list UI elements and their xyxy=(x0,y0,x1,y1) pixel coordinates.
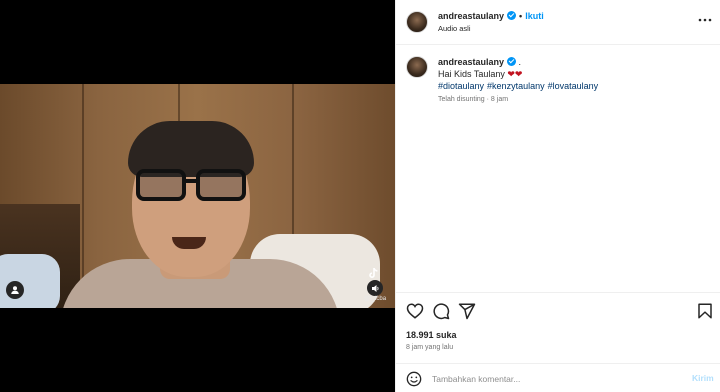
emoji-button[interactable] xyxy=(406,371,422,387)
share-icon xyxy=(458,303,476,320)
header-separator: • xyxy=(519,11,523,21)
hashtag-link[interactable]: #diotaulany xyxy=(438,81,484,91)
mute-button[interactable] xyxy=(367,280,383,296)
post-header: andreastaulany • Ikuti Audio asli xyxy=(396,0,720,45)
caption-username[interactable]: andreastaulany xyxy=(438,57,504,67)
post-actions: 18.991 suka 8 jam yang lalu Kirim xyxy=(396,292,720,392)
tiktok-icon xyxy=(369,267,378,278)
watermark-handle: @l_tcba xyxy=(364,296,387,302)
heart-emoji-icon: ❤❤ xyxy=(507,69,523,79)
post-sidebar: andreastaulany • Ikuti Audio asli andreast… xyxy=(395,0,720,392)
like-count[interactable]: 18.991 suka xyxy=(406,330,457,340)
comment-button[interactable] xyxy=(432,302,450,320)
audio-link[interactable]: Audio asli xyxy=(438,24,471,33)
bookmark-icon xyxy=(698,303,712,319)
media-pane: @l_tcba xyxy=(0,0,395,392)
hashtag-link[interactable]: #lovataulany xyxy=(548,81,599,91)
comment-input[interactable] xyxy=(432,372,682,386)
send-comment-button[interactable]: Kirim xyxy=(692,373,714,383)
follow-button[interactable]: Ikuti xyxy=(525,11,544,21)
glasses-lens xyxy=(196,169,246,201)
caption-trailing: . xyxy=(518,57,522,67)
header-username[interactable]: andreastaulany xyxy=(438,11,504,21)
emoji-icon xyxy=(406,371,422,387)
video-player[interactable] xyxy=(0,84,395,308)
caption-text: Hai Kids Taulany xyxy=(438,69,505,79)
share-button[interactable] xyxy=(458,302,476,320)
post-timestamp[interactable]: 8 jam yang lalu xyxy=(406,344,453,351)
video-subject xyxy=(60,119,340,308)
hashtag-link[interactable]: #kenzytaulany xyxy=(487,81,545,91)
caption-edited-meta: Telah disunting · 8 jam xyxy=(438,96,509,103)
tagged-users-button[interactable] xyxy=(6,281,24,299)
comment-bar: Kirim xyxy=(396,363,720,392)
caption-avatar[interactable] xyxy=(406,56,428,78)
comment-icon xyxy=(433,303,450,320)
verified-badge-icon xyxy=(507,57,517,66)
glasses-lens xyxy=(136,169,186,201)
header-user-row: andreastaulany • Ikuti xyxy=(438,11,544,21)
video-watermark: @l_tcba xyxy=(364,296,386,302)
verified-badge-icon xyxy=(507,11,517,20)
avatar[interactable] xyxy=(406,11,428,33)
like-button[interactable] xyxy=(406,302,424,320)
save-button[interactable] xyxy=(696,302,714,320)
caption-text-row: Hai Kids Taulany ❤❤ xyxy=(438,69,522,80)
subject-glasses xyxy=(136,169,248,203)
video-pillow xyxy=(0,254,60,308)
user-icon xyxy=(11,286,19,294)
more-options-button[interactable] xyxy=(698,12,712,24)
heart-icon xyxy=(406,303,424,319)
caption-hashtags: #diotaulany #kenzytaulany #lovataulany xyxy=(438,81,601,91)
speaker-icon xyxy=(371,284,378,292)
more-horizontal-icon xyxy=(698,18,712,22)
caption-user-row: andreastaulany . xyxy=(438,57,521,67)
